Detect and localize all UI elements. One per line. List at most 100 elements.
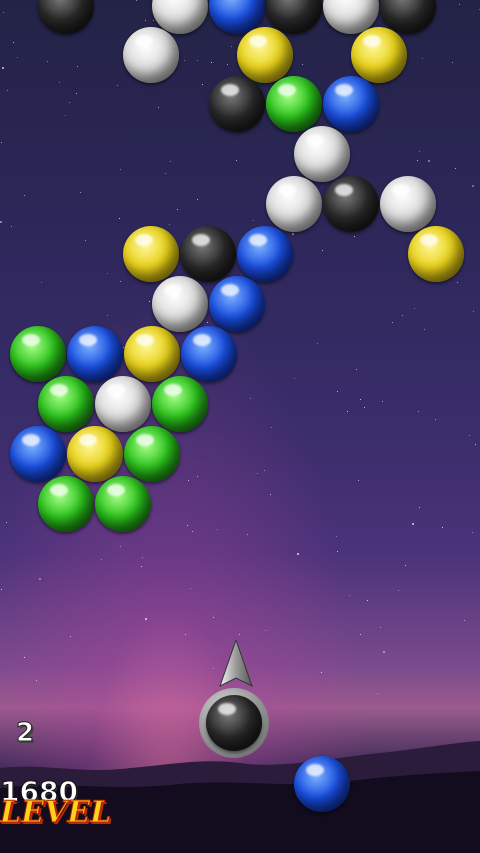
star: [184, 60, 185, 61]
star: [7, 90, 8, 91]
star: [380, 627, 381, 628]
bubble-shooter[interactable]: [199, 640, 273, 760]
star: [452, 62, 453, 63]
star: [419, 507, 420, 508]
star: [469, 435, 470, 436]
bubble: [152, 276, 208, 332]
star: [117, 85, 118, 86]
bubble: [181, 326, 237, 382]
star: [170, 161, 171, 162]
star: [65, 115, 66, 116]
star: [428, 160, 430, 162]
star: [85, 240, 86, 241]
star: [13, 42, 14, 43]
star: [158, 107, 159, 108]
star: [1, 589, 2, 590]
star: [302, 64, 303, 65]
star: [412, 523, 414, 525]
star: [70, 636, 71, 637]
bubble: [180, 226, 236, 282]
star: [472, 185, 474, 187]
star: [383, 651, 385, 653]
bubble: [237, 27, 293, 83]
star: [292, 233, 294, 235]
star: [101, 559, 102, 560]
star: [145, 618, 147, 620]
star: [398, 590, 399, 591]
star: [192, 531, 193, 532]
star: [457, 282, 458, 283]
star: [107, 315, 108, 316]
star: [236, 160, 237, 161]
bubble: [10, 426, 66, 482]
bubble: [124, 326, 180, 382]
star: [294, 378, 295, 379]
bubble: [323, 176, 379, 232]
star: [321, 672, 322, 673]
bubble: [123, 226, 179, 282]
star: [367, 600, 368, 601]
loaded-bubble: [206, 695, 262, 751]
star: [187, 525, 188, 526]
star: [207, 322, 208, 323]
star: [464, 620, 465, 621]
star: [414, 308, 415, 309]
star: [107, 273, 108, 274]
star: [417, 160, 418, 161]
star: [2, 67, 4, 69]
next-bubble[interactable]: [294, 756, 350, 812]
star: [473, 311, 474, 312]
star: [39, 578, 41, 580]
bubble: [294, 126, 350, 182]
star: [80, 192, 81, 193]
star: [231, 46, 232, 47]
star: [69, 102, 70, 103]
star: [239, 634, 240, 635]
star: [136, 0, 137, 1]
bubble: [351, 27, 407, 83]
star: [336, 536, 337, 537]
bubble: [209, 76, 265, 132]
star: [142, 557, 143, 558]
star: [435, 419, 436, 420]
star: [217, 529, 218, 530]
star: [402, 315, 403, 316]
star: [0, 221, 2, 223]
star: [442, 527, 443, 528]
star: [347, 411, 348, 412]
star: [354, 236, 355, 237]
star: [227, 64, 228, 65]
level-label: LEVEL: [0, 795, 112, 831]
star: [197, 199, 198, 200]
bubble: [237, 226, 293, 282]
bubble: [67, 326, 123, 382]
star: [472, 532, 473, 533]
star: [422, 58, 423, 59]
star: [197, 476, 198, 477]
star: [356, 369, 357, 370]
star: [47, 61, 48, 62]
bubble: [38, 476, 94, 532]
bubble: [408, 226, 464, 282]
star: [253, 220, 254, 221]
bubble: [266, 76, 322, 132]
bubble: [124, 426, 180, 482]
star: [270, 494, 271, 495]
star: [190, 588, 191, 589]
star: [120, 546, 121, 547]
star: [188, 480, 189, 481]
star: [119, 218, 120, 219]
star: [36, 680, 37, 681]
star: [377, 693, 378, 694]
star: [24, 195, 25, 196]
star: [405, 565, 406, 566]
star: [459, 4, 460, 5]
star: [185, 634, 186, 635]
bubble: [152, 376, 208, 432]
star: [424, 329, 425, 330]
game-scene[interactable]: 2 1680 LEVEL: [0, 0, 480, 853]
star: [3, 12, 4, 13]
bubble: [95, 376, 151, 432]
star: [6, 522, 7, 523]
aim-arrow-icon[interactable]: [216, 640, 256, 692]
